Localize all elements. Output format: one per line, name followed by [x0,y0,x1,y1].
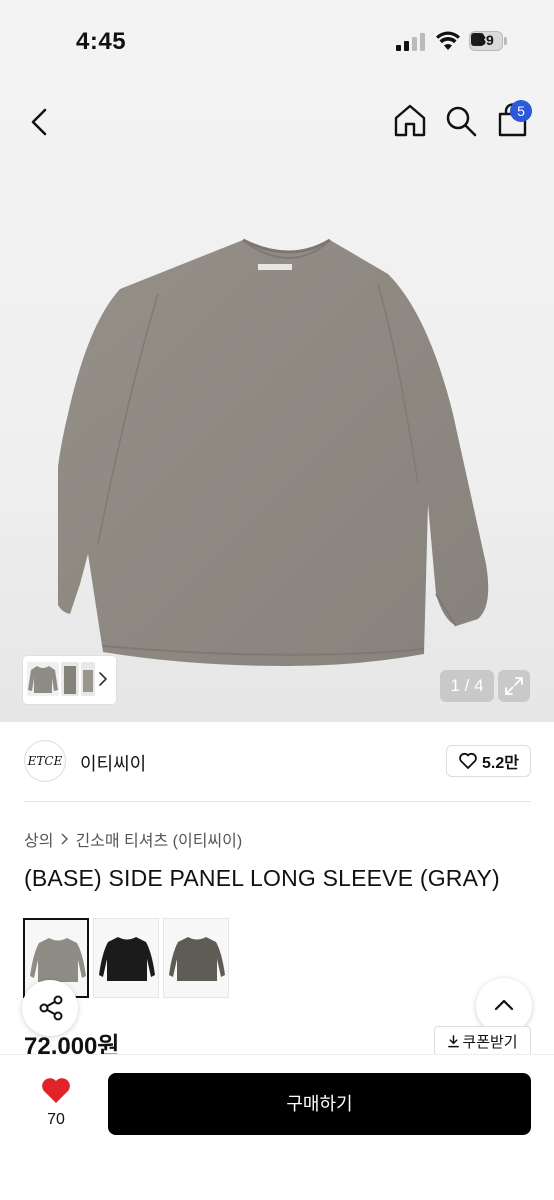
battery-level: 39 [478,32,494,48]
home-icon[interactable] [392,102,428,138]
color-option[interactable] [93,918,159,998]
expand-button[interactable] [498,670,530,702]
battery-icon: 39 [469,31,507,51]
divider [24,801,531,802]
like-count: 70 [47,1111,65,1128]
wifi-icon [436,31,460,50]
breadcrumb-category[interactable]: 상의 [24,827,53,851]
coupon-label: 쿠폰받기 [462,1033,518,1051]
back-icon[interactable] [24,106,56,138]
search-icon[interactable] [444,104,478,138]
breadcrumb-subcategory[interactable]: 긴소매 티셔츠 (이티씨이) [75,827,242,851]
cart-count-badge: 5 [510,100,532,122]
product-gallery[interactable]: 5 1 / 4 [0,84,554,722]
heart-filled-icon[interactable] [40,1075,72,1105]
heart-outline-icon [459,752,477,769]
download-icon [448,1034,460,1047]
share-icon [39,995,63,1021]
brand-like-button[interactable]: 5.2만 [446,745,531,777]
expand-icon [505,677,523,695]
bottom-bar: 70 구매하기 [0,1054,554,1200]
brand-logo[interactable]: ETCE [24,740,66,782]
brand-like-count: 5.2만 [482,755,519,772]
status-time: 4:45 [76,28,127,55]
cart-button[interactable]: 5 [494,100,534,140]
coupon-button[interactable]: 쿠폰받기 [434,1026,531,1056]
chevron-right-icon [61,833,69,845]
status-bar: 4:45 39 [0,0,554,84]
thumbnail[interactable] [61,662,79,696]
breadcrumb: 상의 긴소매 티셔츠 (이티씨이) [24,827,242,851]
buy-button[interactable]: 구매하기 [108,1073,531,1135]
signal-icon [396,33,425,51]
image-counter: 1 / 4 [440,670,494,702]
color-swatch-image [169,937,225,981]
product-image[interactable] [58,234,528,704]
product-title: (BASE) SIDE PANEL LONG SLEEVE (GRAY) [24,865,500,891]
thumbnail[interactable] [81,662,95,696]
color-option[interactable] [163,918,229,998]
color-swatch-image [30,938,86,982]
gallery-thumbnails[interactable] [23,656,116,704]
brand-name[interactable]: 이티씨이 [80,750,146,776]
thumbnail[interactable] [27,662,59,696]
color-swatch-image [99,937,155,981]
chevron-right-icon[interactable] [97,671,109,687]
chevron-up-icon [494,999,514,1011]
